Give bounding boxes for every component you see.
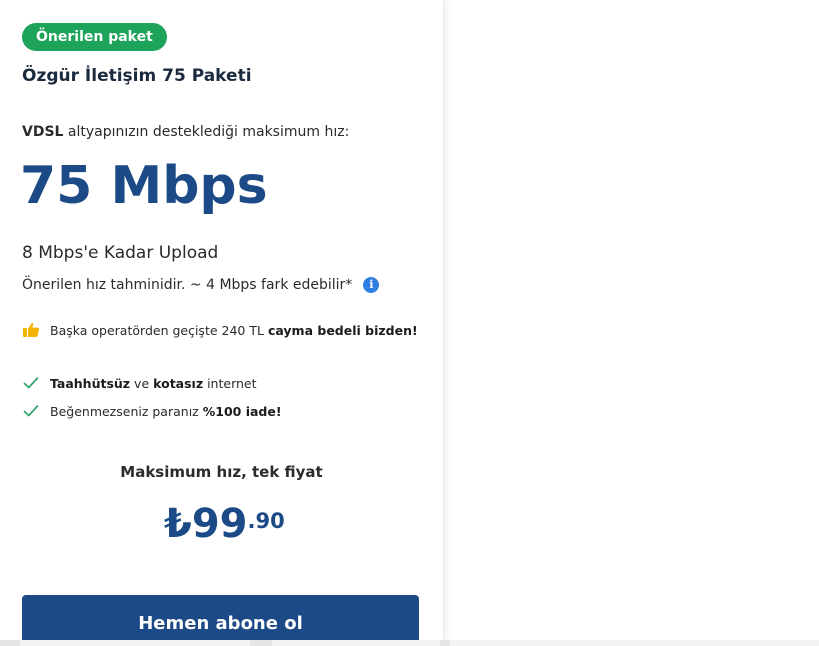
speed-estimate-row: Önerilen hız tahminidir. ~ 4 Mbps fark e…: [22, 277, 380, 293]
feature-cancellation-fee: Başka operatörden geçişte 240 TL cayma b…: [22, 321, 418, 339]
feature-refund-text: Beğenmezseniz paranız: [50, 403, 199, 419]
package-card: Önerilen paket Özgür İletişim 75 Paketi …: [0, 0, 444, 640]
speed-intro-tech: VDSL: [22, 124, 64, 140]
feature-no-commitment-bold-2: kotasız: [153, 375, 204, 391]
feature-cancellation-bold: cayma bedeli bizden!: [267, 322, 418, 338]
subscribe-button[interactable]: Hemen abone ol: [22, 595, 419, 640]
package-title: Özgür İletişim 75 Paketi: [22, 66, 252, 86]
feature-cancellation-text: Başka operatörden geçişte 240 TL: [50, 322, 264, 338]
feature-no-commitment-bold-1: Taahhütsüz: [50, 375, 131, 391]
speed-value: 75 Mbps: [20, 156, 268, 216]
speed-estimate-text: Önerilen hız tahminidir. ~ 4 Mbps fark e…: [22, 277, 353, 293]
upload-speed: 8 Mbps'e Kadar Upload: [22, 243, 219, 263]
scrollbar-segment-right: [440, 640, 450, 646]
recommended-badge: Önerilen paket: [22, 23, 167, 51]
scrollbar-segment-left: [0, 640, 20, 646]
info-icon[interactable]: i: [363, 277, 380, 293]
price-amount: 99: [191, 501, 248, 547]
price: ₺99.90: [164, 500, 285, 548]
thumbs-up-icon: [22, 321, 40, 339]
feature-no-commitment-connector: ve: [130, 375, 154, 391]
price-currency: ₺: [164, 501, 192, 547]
price-cents: .90: [247, 509, 285, 533]
check-icon: [22, 374, 40, 392]
horizontal-scrollbar[interactable]: [0, 640, 819, 646]
feature-no-commitment: Taahhütsüz ve kotasız internet: [22, 374, 257, 392]
feature-refund: Beğenmezseniz paranız %100 iade!: [22, 402, 282, 420]
page-canvas: Önerilen paket Özgür İletişim 75 Paketi …: [0, 0, 819, 646]
speed-intro-text: altyapınızın desteklediği maksimum hız:: [63, 124, 350, 140]
feature-no-commitment-suffix: internet: [203, 375, 257, 391]
price-caption: Maksimum hız, tek fiyat: [120, 463, 323, 481]
scrollbar-segment-mid: [250, 640, 272, 646]
speed-intro: VDSL altyapınızın desteklediği maksimum …: [22, 124, 349, 140]
check-icon: [22, 402, 40, 420]
feature-refund-bold: %100 iade!: [202, 403, 282, 419]
